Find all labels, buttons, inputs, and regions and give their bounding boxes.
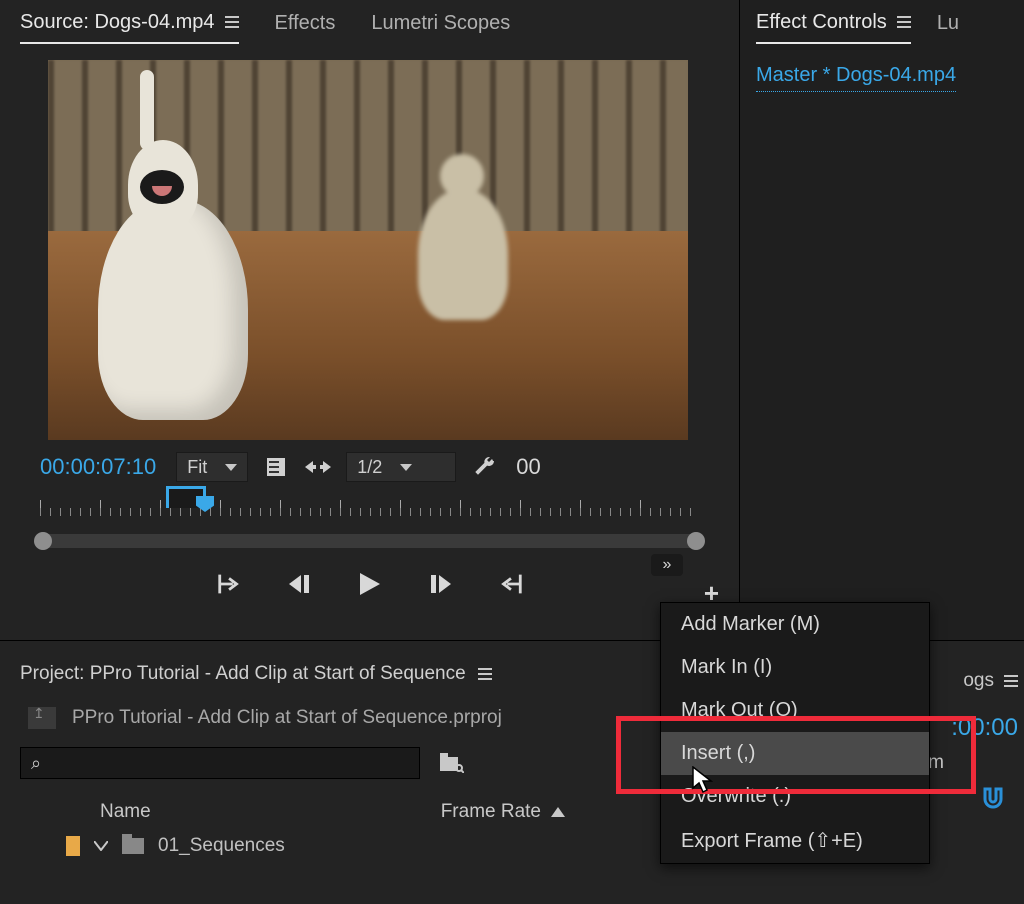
- bin-icon: [122, 838, 144, 854]
- find-bins-icon[interactable]: [438, 749, 466, 777]
- column-frame-rate[interactable]: Frame Rate: [441, 801, 565, 823]
- bin-name: 01_Sequences: [158, 835, 285, 857]
- out-timecode-truncated: 00: [516, 454, 540, 480]
- column-name[interactable]: Name: [100, 801, 151, 823]
- source-panel-tabs: Source: Dogs-04.mp4 Effects Lumetri Scop…: [0, 0, 739, 44]
- tab-truncated[interactable]: Lu: [937, 12, 959, 43]
- wrench-icon[interactable]: [470, 453, 498, 481]
- panel-menu-icon: [1004, 675, 1018, 687]
- menu-add-marker[interactable]: Add Marker (M): [661, 603, 929, 646]
- transport-controls: » +: [0, 548, 739, 608]
- preview-controls: 00:00:07:10 Fit 1/2 00: [0, 440, 739, 484]
- sequence-timecode-truncated: :00:00: [951, 714, 1018, 742]
- resolution-label: 1/2: [357, 457, 382, 478]
- zoom-label: Fit: [187, 457, 207, 478]
- play-button[interactable]: [356, 570, 384, 598]
- chevron-down-icon: [400, 464, 412, 471]
- master-clip-link[interactable]: Master * Dogs-04.mp4: [756, 64, 956, 92]
- zoom-scrollbar[interactable]: [40, 534, 699, 548]
- panel-menu-icon[interactable]: [225, 16, 239, 28]
- tab-source[interactable]: Source: Dogs-04.mp4: [20, 11, 239, 44]
- panel-menu-icon[interactable]: [897, 16, 911, 28]
- tab-lumetri-scopes[interactable]: Lumetri Scopes: [371, 12, 510, 43]
- playhead-timecode[interactable]: 00:00:07:10: [40, 454, 156, 480]
- mark-in-button[interactable]: [216, 570, 244, 598]
- more-buttons-menu: Add Marker (M) Mark In (I) Mark Out (O) …: [660, 602, 930, 864]
- insert-arrows-icon[interactable]: [304, 453, 332, 481]
- sort-asc-icon: [551, 807, 565, 817]
- menu-mark-in[interactable]: Mark In (I): [661, 646, 929, 689]
- snap-magnet-icon[interactable]: [980, 786, 1006, 819]
- menu-insert[interactable]: Insert (,): [661, 732, 929, 775]
- folder-up-icon[interactable]: [28, 707, 56, 729]
- project-filename: PPro Tutorial - Add Clip at Start of Seq…: [72, 707, 502, 729]
- search-input[interactable]: ⌕: [20, 747, 420, 779]
- tab-effect-controls[interactable]: Effect Controls: [756, 11, 911, 44]
- mark-out-button[interactable]: [496, 570, 524, 598]
- menu-export-frame[interactable]: Export Frame (⇧+E): [661, 818, 929, 863]
- tab-effect-controls-label: Effect Controls: [756, 11, 887, 34]
- time-ruler[interactable]: [40, 494, 699, 534]
- menu-overwrite[interactable]: Overwrite (.): [661, 775, 929, 818]
- chevron-down-icon[interactable]: [94, 841, 108, 851]
- clip-color-swatch: [66, 836, 80, 856]
- panel-menu-icon[interactable]: [478, 668, 492, 680]
- menu-mark-out[interactable]: Mark Out (O): [661, 689, 929, 732]
- tab-effects[interactable]: Effects: [275, 12, 336, 43]
- chevron-down-icon: [225, 464, 237, 471]
- sequence-tab-truncated[interactable]: ogs: [963, 670, 1018, 692]
- video-preview[interactable]: [48, 60, 688, 440]
- step-forward-button[interactable]: [426, 570, 454, 598]
- search-icon: ⌕: [31, 753, 41, 774]
- project-panel-title[interactable]: Project: PPro Tutorial - Add Clip at Sta…: [20, 663, 466, 685]
- zoom-dropdown[interactable]: Fit: [176, 452, 248, 482]
- settings-list-icon[interactable]: [262, 453, 290, 481]
- resolution-dropdown[interactable]: 1/2: [346, 452, 456, 482]
- effect-controls-panel: Effect Controls Lu Master * Dogs-04.mp4: [740, 0, 1024, 640]
- tab-source-label: Source: Dogs-04.mp4: [20, 11, 215, 34]
- step-back-button[interactable]: [286, 570, 314, 598]
- more-buttons-chip[interactable]: »: [651, 554, 683, 576]
- source-monitor-panel: Source: Dogs-04.mp4 Effects Lumetri Scop…: [0, 0, 740, 640]
